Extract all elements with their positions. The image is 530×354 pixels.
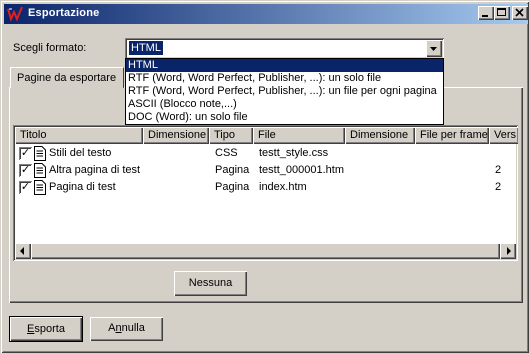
pages-list: Titolo Dimensione Tipo File Dimensione F… — [13, 125, 518, 261]
column-header-frame-file[interactable]: File per frame — [415, 127, 489, 144]
column-header-file-size[interactable]: Dimensione — [345, 127, 415, 144]
format-option[interactable]: DOC (Word): un solo file — [126, 111, 443, 124]
column-header-version[interactable]: Vers — [489, 127, 518, 144]
table-row[interactable]: ✓ Stili del testo CSS testt_style.css — [15, 145, 514, 162]
scroll-thumb-face — [31, 243, 500, 259]
column-header-type[interactable]: Tipo — [209, 127, 253, 144]
row-type: Pagina — [215, 164, 250, 176]
tab-pages-to-export[interactable]: Pagine da esportare — [10, 67, 124, 88]
row-version: 2 — [495, 181, 502, 193]
row-checkbox[interactable]: ✓ — [19, 164, 32, 177]
row-checkbox[interactable]: ✓ — [19, 147, 32, 160]
arrow-right-icon — [507, 247, 511, 255]
maximize-icon — [497, 8, 506, 16]
row-title: Altra pagina di test — [49, 164, 141, 176]
format-dropdown-button[interactable] — [426, 40, 442, 57]
column-header-size[interactable]: Dimensione — [143, 127, 209, 144]
format-selected-value: HTML — [129, 41, 163, 55]
format-dropdown-list: HTML RTF (Word, Word Perfect, Publisher,… — [125, 58, 444, 125]
maximize-button[interactable] — [494, 6, 510, 20]
column-header-file[interactable]: File — [253, 127, 345, 144]
format-label: Scegli formato: — [13, 42, 87, 54]
table-row[interactable]: ✓ Altra pagina di test Pagina testt_0000… — [15, 162, 514, 179]
column-header-title[interactable]: Titolo — [15, 127, 143, 144]
window-title: Esportazione — [28, 7, 100, 19]
chevron-down-icon — [430, 47, 437, 51]
document-icon — [34, 163, 46, 178]
minimize-button[interactable] — [478, 6, 494, 20]
row-type: Pagina — [215, 181, 250, 193]
format-option[interactable]: RTF (Word, Word Perfect, Publisher, ...)… — [126, 85, 443, 98]
export-button[interactable]: Esporta — [9, 316, 83, 342]
row-type: CSS — [215, 147, 238, 159]
export-dialog: Esportazione Scegli formato: HTML HTML R… — [0, 0, 530, 354]
horizontal-scrollbar[interactable] — [15, 243, 516, 259]
row-file: index.htm — [259, 181, 307, 193]
close-icon — [515, 8, 524, 17]
scroll-left-button[interactable] — [15, 243, 31, 259]
tab-label: Pagine da esportare — [17, 72, 117, 84]
none-button[interactable]: Nessuna — [174, 271, 247, 296]
cancel-button[interactable]: Annulla — [90, 317, 163, 341]
document-icon — [34, 146, 46, 161]
close-button[interactable] — [512, 6, 528, 20]
scroll-right-button[interactable] — [500, 243, 516, 259]
format-option[interactable]: HTML — [126, 59, 443, 72]
row-title: Pagina di test — [49, 181, 116, 193]
format-select[interactable]: HTML — [125, 38, 444, 59]
export-label: sporta — [34, 323, 65, 335]
app-logo-icon — [7, 6, 23, 22]
scroll-thumb[interactable] — [31, 243, 500, 259]
cancel-label-end: nulla — [121, 322, 145, 334]
row-version: 2 — [495, 164, 502, 176]
row-title: Stili del testo — [49, 147, 112, 159]
minimize-icon — [482, 15, 488, 17]
row-file: testt_style.css — [259, 147, 329, 159]
document-icon — [34, 180, 46, 195]
row-file: testt_000001.htm — [259, 164, 345, 176]
format-option[interactable]: ASCII (Blocco note,...) — [126, 98, 443, 111]
arrow-left-icon — [20, 247, 24, 255]
format-option[interactable]: RTF (Word, Word Perfect, Publisher, ...)… — [126, 72, 443, 85]
table-row[interactable]: ✓ Pagina di test Pagina index.htm 2 — [15, 179, 514, 196]
row-checkbox[interactable]: ✓ — [19, 181, 32, 194]
title-bar[interactable]: Esportazione — [4, 4, 528, 24]
